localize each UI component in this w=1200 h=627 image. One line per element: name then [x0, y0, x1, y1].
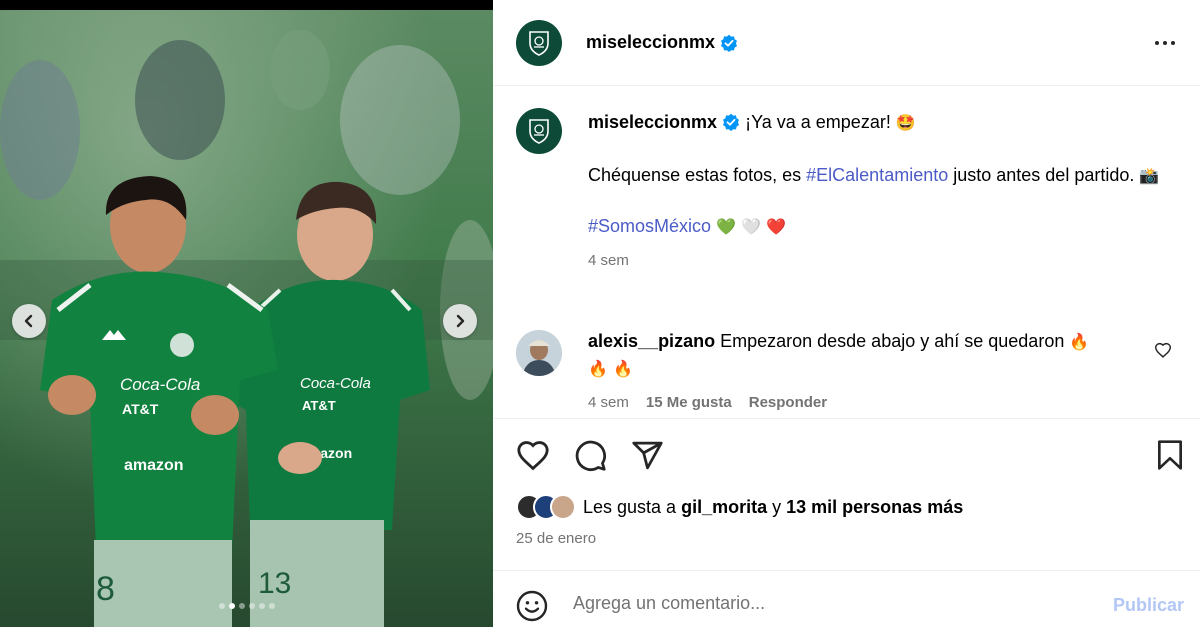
comment-input[interactable]	[573, 593, 1093, 614]
shield-logo-icon	[529, 119, 549, 144]
avatar-image	[516, 330, 562, 376]
chevron-right-icon	[456, 314, 465, 328]
carousel-dot	[218, 603, 225, 609]
caption-avatar[interactable]	[516, 108, 562, 154]
svg-text:amazon: amazon	[124, 457, 184, 474]
post-photo: Coca-Cola AT&T amazon 13 Coca-Cola AT&T …	[0, 10, 493, 627]
commenter-avatar[interactable]	[516, 330, 562, 376]
comment-bar: Publicar	[493, 570, 1200, 627]
comment-body: Empezaron desde abajo y ahí se quedaron	[720, 331, 1065, 351]
publish-button[interactable]: Publicar	[1113, 595, 1184, 616]
carousel-prev-button[interactable]	[12, 304, 46, 338]
verified-icon	[721, 34, 738, 52]
comment-age[interactable]: 4 sem	[588, 394, 629, 411]
action-bar	[493, 418, 1200, 492]
header-username[interactable]: miseleccionmx	[586, 32, 715, 53]
fire-emoji: 🔥	[1069, 332, 1090, 351]
caption-text: miseleccionmx ¡Ya va a empezar! 🤩 Chéque…	[588, 108, 1168, 274]
media-top-bar	[0, 0, 493, 10]
caption-username[interactable]: miseleccionmx	[588, 112, 717, 132]
hashtag-calentamiento[interactable]: #ElCalentamiento	[806, 165, 948, 185]
likes-others[interactable]: 13 mil personas más	[786, 497, 963, 517]
comment-heart-icon[interactable]	[1154, 342, 1172, 358]
fire-emoji: 🔥	[612, 359, 633, 378]
reply-button[interactable]: Responder	[749, 394, 827, 411]
fire-emoji: 🔥	[588, 359, 608, 378]
post-panel: miseleccionmx miseleccionmx ¡Ya va a emp…	[493, 0, 1200, 627]
shield-logo-icon	[529, 30, 549, 56]
heart-icon[interactable]	[516, 439, 550, 471]
comment-icon[interactable]	[574, 439, 607, 472]
svg-text:AT&T: AT&T	[302, 398, 336, 413]
comment-text: alexis__pizano Empezaron desde abajo y a…	[588, 328, 1108, 382]
post-media[interactable]: Coca-Cola AT&T amazon 13 Coca-Cola AT&T …	[0, 0, 493, 627]
carousel-dots	[0, 603, 493, 609]
commenter-username[interactable]: alexis__pizano	[588, 331, 715, 351]
star-struck-emoji: 🤩	[895, 113, 916, 132]
share-icon[interactable]	[631, 439, 664, 472]
liker-avatar[interactable]	[550, 494, 576, 520]
carousel-dot	[268, 603, 275, 609]
svg-text:AT&T: AT&T	[122, 401, 159, 417]
likes-user[interactable]: gil_morita	[681, 497, 767, 517]
likes-summary: Les gusta a gil_morita y 13 mil personas…	[516, 494, 963, 520]
carousel-dot	[258, 603, 265, 609]
white-heart-emoji: 🤍	[741, 217, 761, 236]
likes-prefix: Les gusta a	[583, 496, 682, 517]
green-heart-emoji: 💚	[716, 217, 736, 236]
likes-text: Les gusta a gil_morita y 13 mil personas…	[583, 497, 963, 518]
svg-text:13: 13	[258, 567, 291, 600]
post-header: miseleccionmx	[493, 0, 1200, 86]
red-heart-emoji: ❤️	[765, 217, 786, 236]
comment-meta: 4 sem 15 Me gusta Responder	[588, 394, 827, 411]
caption-line-2-end: justo antes del partido.	[948, 165, 1135, 185]
comment-likes[interactable]: 15 Me gusta	[646, 394, 732, 411]
carousel-dot	[228, 603, 235, 609]
likes-connector: y	[767, 496, 787, 517]
post-date[interactable]: 25 de enero	[516, 530, 596, 547]
verified-icon	[723, 113, 740, 131]
svg-text:Coca-Cola: Coca-Cola	[300, 375, 371, 392]
caption-line-1: ¡Ya va a empezar!	[745, 112, 891, 132]
carousel-dot	[238, 603, 245, 609]
bookmark-icon[interactable]	[1156, 439, 1184, 471]
carousel-dot	[248, 603, 255, 609]
more-icon[interactable]	[1154, 34, 1176, 52]
emoji-icon[interactable]	[516, 590, 548, 622]
chevron-left-icon	[24, 314, 33, 328]
svg-text:Coca-Cola: Coca-Cola	[120, 375, 200, 394]
camera-emoji: 📸	[1139, 166, 1160, 185]
carousel-next-button[interactable]	[443, 304, 477, 338]
caption-age[interactable]: 4 sem	[588, 248, 1168, 274]
caption-line-2-start: Chéquense estas fotos, es	[588, 165, 807, 185]
hashtag-somosmexico[interactable]: #SomosMéxico	[588, 216, 711, 236]
avatar[interactable]	[516, 19, 562, 66]
